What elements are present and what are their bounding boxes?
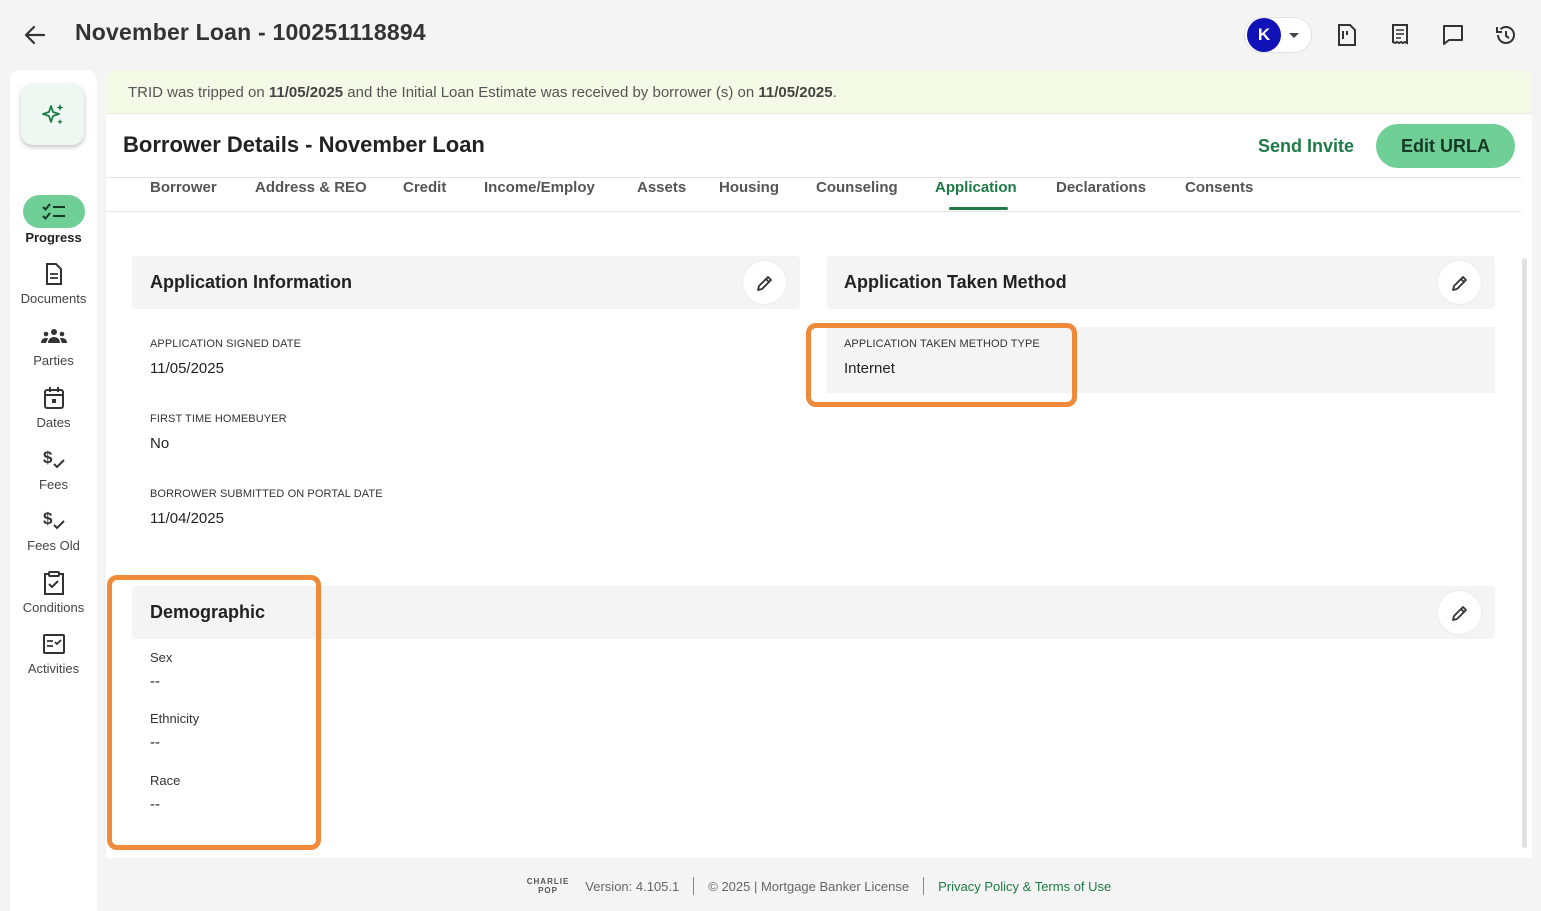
divider	[923, 877, 925, 895]
field-label: APPLICATION SIGNED DATE	[150, 338, 302, 350]
nav-item-progress[interactable]: Progress	[10, 195, 97, 245]
footer: CHARLIE POP Version: 4.105.1 © 2025 | Mo…	[106, 862, 1532, 910]
field-label: Ethnicity	[150, 711, 200, 726]
edit-application-information-button[interactable]	[743, 261, 786, 304]
banner-text: .	[832, 84, 837, 101]
banner-text: and the Initial Loan Estimate was receiv…	[343, 84, 759, 101]
tab-counseling[interactable]: Counseling	[816, 178, 898, 196]
field-label: Sex	[150, 650, 173, 665]
nav-item-fees-old[interactable]: $ Fees Old	[10, 506, 97, 553]
nav-label: Fees	[39, 477, 68, 492]
clipboard-check-icon	[42, 568, 66, 598]
card-title: Application Taken Method	[844, 272, 1067, 292]
chat-icon[interactable]	[1440, 22, 1466, 48]
active-tab-indicator	[949, 207, 1008, 210]
edit-urla-button[interactable]: Edit URLA	[1376, 124, 1515, 168]
tab-declarations[interactable]: Declarations	[1056, 178, 1146, 196]
history-icon[interactable]	[1493, 22, 1519, 48]
left-nav: Progress Documents Parties Dates $ Fees …	[10, 70, 97, 911]
vertical-scrollbar[interactable]	[1522, 258, 1527, 848]
nav-label: Dates	[36, 415, 71, 430]
field-value: 11/05/2025	[150, 360, 224, 377]
dollar-check-icon: $	[42, 506, 66, 536]
nav-item-fees[interactable]: $ Fees	[10, 445, 97, 492]
field-value: --	[150, 734, 160, 751]
edit-application-taken-method-button[interactable]	[1438, 261, 1481, 304]
nav-label: Progress	[25, 230, 82, 245]
copyright-text: © 2025 | Mortgage Banker License	[708, 878, 910, 894]
nav-item-parties[interactable]: Parties	[10, 321, 97, 368]
tab-application[interactable]: Application	[935, 178, 1017, 196]
version-text: Version: 4.105.1	[585, 878, 680, 894]
card-title: Demographic	[150, 602, 266, 622]
chevron-down-icon	[1289, 32, 1299, 38]
tab-income-employ[interactable]: Income/Employ	[484, 178, 595, 196]
svg-text:$: $	[43, 509, 53, 528]
tab-credit[interactable]: Credit	[403, 178, 446, 196]
nav-label: Parties	[33, 353, 74, 368]
banner-text: TRID was tripped on	[128, 84, 269, 101]
document-icon	[44, 259, 64, 289]
main-panel: TRID was tripped on 11/05/2025 and the I…	[106, 70, 1532, 858]
nav-label: Activities	[27, 661, 80, 676]
nav-label: Conditions	[22, 600, 85, 615]
field-label: BORROWER SUBMITTED ON PORTAL DATE	[150, 488, 383, 500]
nav-label: Documents	[20, 291, 87, 306]
nav-item-conditions[interactable]: Conditions	[10, 568, 97, 615]
nav-item-activities[interactable]: Activities	[10, 629, 97, 676]
banner-date: 11/05/2025	[268, 84, 344, 101]
top-bar: November Loan - 100251118894 K	[0, 0, 1541, 70]
document-icon[interactable]	[1334, 22, 1360, 48]
svg-text:$: $	[43, 448, 53, 467]
sparkle-ai-button[interactable]	[21, 84, 84, 145]
checklist-icon	[22, 195, 85, 228]
charlie-pop-logo: CHARLIE POP	[527, 877, 570, 895]
pencil-icon	[1451, 605, 1467, 621]
tab-borrower[interactable]: Borrower	[150, 178, 217, 196]
tab-assets[interactable]: Assets	[637, 178, 686, 196]
page-title: Borrower Details - November Loan	[123, 132, 485, 157]
tab-consents[interactable]: Consents	[1185, 178, 1253, 196]
nav-label: Fees Old	[27, 538, 80, 553]
field-label: Race	[150, 773, 181, 788]
logo-text: CHARLIE	[526, 877, 570, 886]
checkbox-list-icon	[42, 629, 66, 659]
edit-demographic-button[interactable]	[1438, 591, 1481, 634]
trid-banner: TRID was tripped on 11/05/2025 and the I…	[106, 70, 1532, 114]
divider	[693, 877, 695, 895]
tab-housing[interactable]: Housing	[719, 178, 779, 196]
banner-date: 11/05/2025	[758, 84, 833, 101]
avatar: K	[1247, 18, 1281, 52]
card-title: Application Information	[150, 272, 352, 292]
field-label: FIRST TIME HOMEBUYER	[150, 413, 287, 425]
nav-item-documents[interactable]: Documents	[10, 259, 97, 306]
dollar-check-icon: $	[42, 445, 66, 475]
send-invite-button[interactable]: Send Invite	[1258, 136, 1354, 157]
application-taken-method-body	[827, 327, 1495, 393]
field-value: --	[150, 673, 160, 690]
privacy-policy-link[interactable]: Privacy Policy & Terms of Use	[938, 879, 1111, 894]
field-value: No	[150, 435, 170, 452]
pencil-icon	[1451, 275, 1467, 291]
logo-text: POP	[538, 886, 558, 895]
people-icon	[40, 321, 68, 351]
nav-item-dates[interactable]: Dates	[10, 383, 97, 430]
application-information-header: Application Information	[132, 256, 800, 309]
tab-address-reo[interactable]: Address & REO	[255, 178, 367, 196]
sparkle-icon	[41, 103, 63, 125]
loan-title: November Loan - 100251118894	[75, 19, 426, 45]
field-value: Internet	[844, 360, 895, 377]
user-menu[interactable]: K	[1244, 17, 1312, 53]
tab-bar: Borrower Address & REO Credit Income/Emp…	[106, 177, 1521, 212]
field-value: --	[150, 796, 160, 813]
receipt-icon[interactable]	[1387, 22, 1413, 48]
calendar-icon	[43, 383, 65, 413]
demographic-header: Demographic	[132, 586, 1495, 639]
pencil-icon	[756, 275, 772, 291]
field-label: APPLICATION TAKEN METHOD TYPE	[844, 338, 1040, 350]
field-value: 11/04/2025	[150, 510, 224, 527]
application-taken-method-header: Application Taken Method	[827, 256, 1495, 309]
back-arrow-icon[interactable]	[22, 22, 48, 48]
